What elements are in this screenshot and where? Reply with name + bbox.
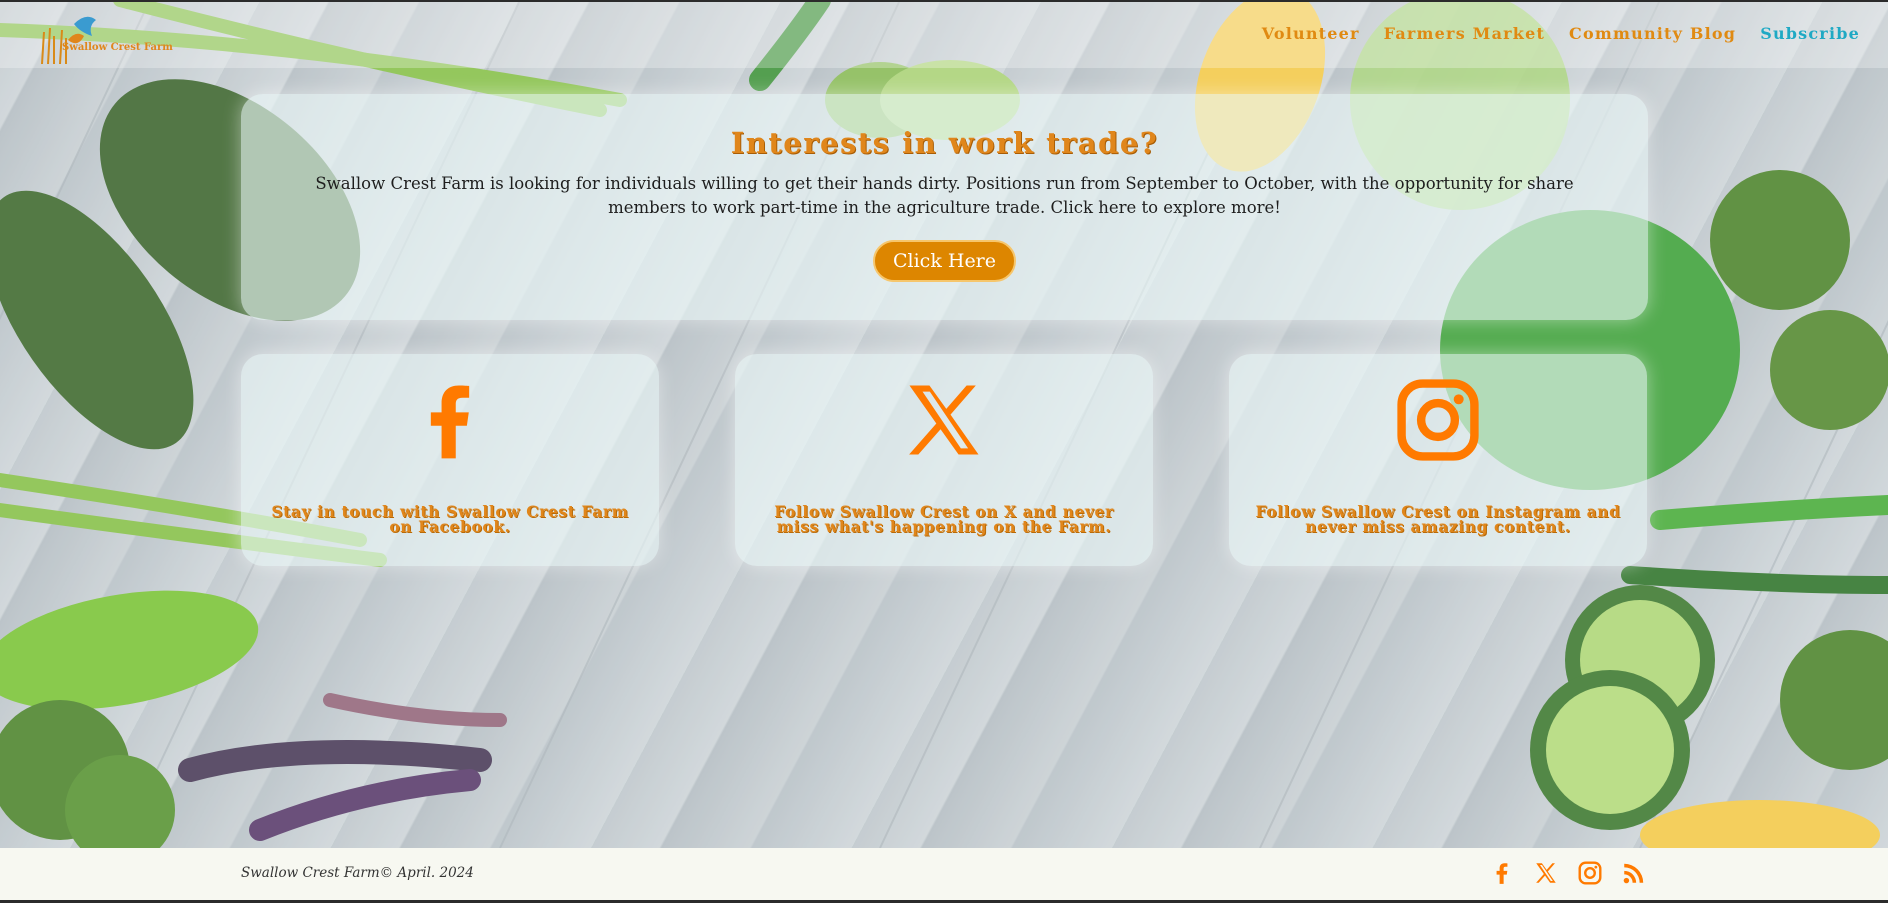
nav-subscribe[interactable]: Subscribe <box>1760 24 1860 43</box>
instagram-card[interactable]: Follow Swallow Crest on Instagram and ne… <box>1229 354 1647 566</box>
facebook-card-text: Stay in touch with Swallow Crest Farm on… <box>271 502 629 536</box>
main-nav: Volunteer Farmers Market Community Blog … <box>1262 24 1860 43</box>
section-title: Interests in work trade? <box>730 126 1159 160</box>
rss-icon[interactable] <box>1621 860 1647 886</box>
nav-farmers-market[interactable]: Farmers Market <box>1384 24 1545 43</box>
farm-logo[interactable] <box>34 10 194 66</box>
section-description: Swallow Crest Farm is looking for indivi… <box>315 174 1574 217</box>
footer-social-links <box>1489 860 1647 886</box>
facebook-icon[interactable] <box>1489 860 1515 886</box>
nav-community-blog[interactable]: Community Blog <box>1569 24 1736 43</box>
x-icon[interactable] <box>1533 860 1559 886</box>
x-icon[interactable] <box>898 374 990 466</box>
instagram-card-text: Follow Swallow Crest on Instagram and ne… <box>1255 502 1621 536</box>
copyright-text: Swallow Crest Farm© April. 2024 <box>241 865 474 881</box>
facebook-icon[interactable] <box>404 374 496 466</box>
instagram-icon[interactable] <box>1577 860 1603 886</box>
site-footer: Swallow Crest Farm© April. 2024 <box>0 848 1888 903</box>
nav-volunteer[interactable]: Volunteer <box>1262 24 1360 43</box>
instagram-icon[interactable] <box>1392 374 1484 466</box>
swallow-logo-icon <box>41 16 96 65</box>
x-card-text: Follow Swallow Crest on X and never miss… <box>774 502 1114 536</box>
x-card[interactable]: Follow Swallow Crest on X and never miss… <box>735 354 1153 566</box>
facebook-card[interactable]: Stay in touch with Swallow Crest Farm on… <box>241 354 659 566</box>
click-here-button[interactable]: Click Here <box>872 240 1017 282</box>
logo-text: Swallow Crest Farm <box>62 42 173 53</box>
work-trade-section: Interests in work trade? Swallow Crest F… <box>241 94 1648 320</box>
site-header: Swallow Crest Farm Volunteer Farmers Mar… <box>0 0 1888 68</box>
